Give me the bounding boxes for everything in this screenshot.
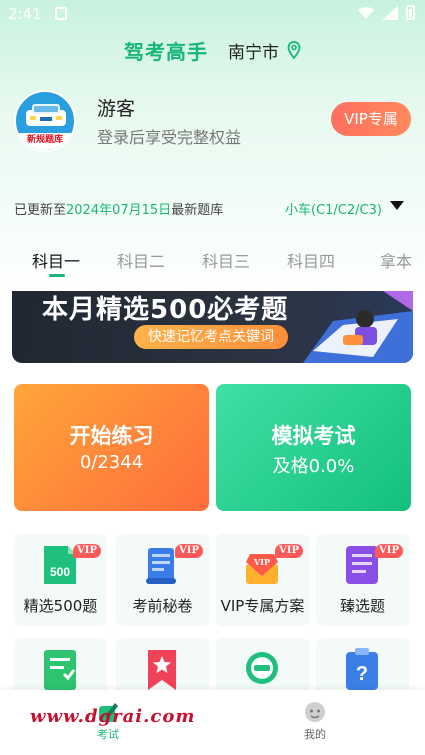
car-type-selector[interactable]: 小车(C1/C2/C3) <box>285 199 382 218</box>
tab-subject-3[interactable]: 科目三 <box>202 248 250 272</box>
update-info: 已更新至2024年07月15日最新题库 <box>14 199 223 218</box>
feature-label: 考前秘卷 <box>132 597 193 615</box>
vip-button[interactable]: VIP专属 <box>331 102 411 136</box>
banner-subtitle: 快速记忆考点关键词 <box>134 325 288 349</box>
nav-label: 我的 <box>304 728 326 741</box>
avatar[interactable]: 新规题库 <box>14 90 76 152</box>
tab-subject-2[interactable]: 科目二 <box>117 248 165 272</box>
practice-title: 开始练习 <box>69 424 154 448</box>
watermark: www.dgrai.com <box>30 706 196 727</box>
exam-pass-rate: 及格0.0% <box>272 456 355 477</box>
status-time: 2:41 <box>8 5 42 23</box>
tab-subject-4[interactable]: 科目四 <box>287 248 335 272</box>
feature-select-500[interactable]: 500 VIP 精选500题 <box>14 534 107 626</box>
bookmark-star-icon <box>148 650 176 690</box>
status-bar: 2:41 <box>0 0 425 28</box>
feature-label: 臻选题 <box>339 597 385 615</box>
app-title: 驾考高手 <box>124 40 208 64</box>
banner-illustration <box>303 291 413 363</box>
svg-text:VIP: VIP <box>253 557 270 567</box>
update-date: 2024年07月15日 <box>66 203 172 218</box>
question-clipboard-icon: ? <box>346 648 378 690</box>
feature-label: 精选500题 <box>23 597 98 615</box>
feature-bookmark[interactable] <box>116 638 209 698</box>
user-name[interactable]: 游客 <box>97 94 135 121</box>
practice-progress: 0/2344 <box>79 452 144 473</box>
feature-premium-questions[interactable]: VIP 臻选题 <box>316 534 409 626</box>
svg-text:?: ? <box>356 663 368 685</box>
signal-icon <box>382 5 398 20</box>
user-face-icon <box>305 702 325 722</box>
login-hint[interactable]: 登录后享受完整权益 <box>97 124 241 148</box>
tab-indicator <box>49 274 65 277</box>
feature-help[interactable]: ? <box>316 638 409 698</box>
notification-icon <box>55 7 67 20</box>
road-sign-icon <box>246 652 278 684</box>
nav-mine[interactable]: 我的 <box>275 690 355 755</box>
vip-badge: VIP <box>275 544 303 558</box>
car-icon <box>26 104 66 126</box>
tab-subject-1[interactable]: 科目一 <box>32 248 80 272</box>
status-icons <box>358 5 415 20</box>
promo-banner[interactable]: 本月精选500必考题 快速记忆考点关键词 <box>12 291 413 363</box>
update-prefix: 已更新至 <box>14 203 67 218</box>
city-selector[interactable]: 南宁市 <box>228 38 279 63</box>
vip-badge: VIP <box>175 544 203 558</box>
feature-vip-plan[interactable]: VIP VIP VIP专属方案 <box>216 534 309 626</box>
banner-title: 本月精选500必考题 <box>42 291 288 326</box>
checklist-icon <box>44 650 76 690</box>
app-header: 驾考高手 南宁市 <box>0 34 425 66</box>
mock-exam-card[interactable]: 模拟考试 及格0.0% <box>216 384 411 511</box>
banner-title-num: 500 <box>150 295 208 325</box>
battery-icon <box>406 5 415 20</box>
feature-checklist[interactable] <box>14 638 107 698</box>
update-suffix: 最新题库 <box>171 203 224 218</box>
exam-title: 模拟考试 <box>271 424 356 448</box>
caret-down-icon[interactable] <box>390 201 404 211</box>
nav-label: 考试 <box>97 728 119 741</box>
feature-road-signs[interactable] <box>216 638 309 698</box>
wifi-icon <box>358 6 374 19</box>
feature-label: VIP专属方案 <box>220 597 305 615</box>
vip-badge: VIP <box>375 544 403 558</box>
tab-license[interactable]: 拿本 <box>380 248 412 272</box>
banner-title-b: 必考题 <box>207 295 289 325</box>
svg-text:500: 500 <box>50 565 70 579</box>
banner-title-a: 本月精选 <box>42 295 151 325</box>
avatar-tag: 新规题库 <box>16 133 74 150</box>
vip-badge: VIP <box>73 544 101 558</box>
subject-tabs: 科目一 科目二 科目三 科目四 拿本 <box>0 248 425 282</box>
location-pin-icon[interactable] <box>287 41 301 59</box>
start-practice-card[interactable]: 开始练习 0/2344 <box>14 384 209 511</box>
feature-secret-paper[interactable]: VIP 考前秘卷 <box>116 534 209 626</box>
